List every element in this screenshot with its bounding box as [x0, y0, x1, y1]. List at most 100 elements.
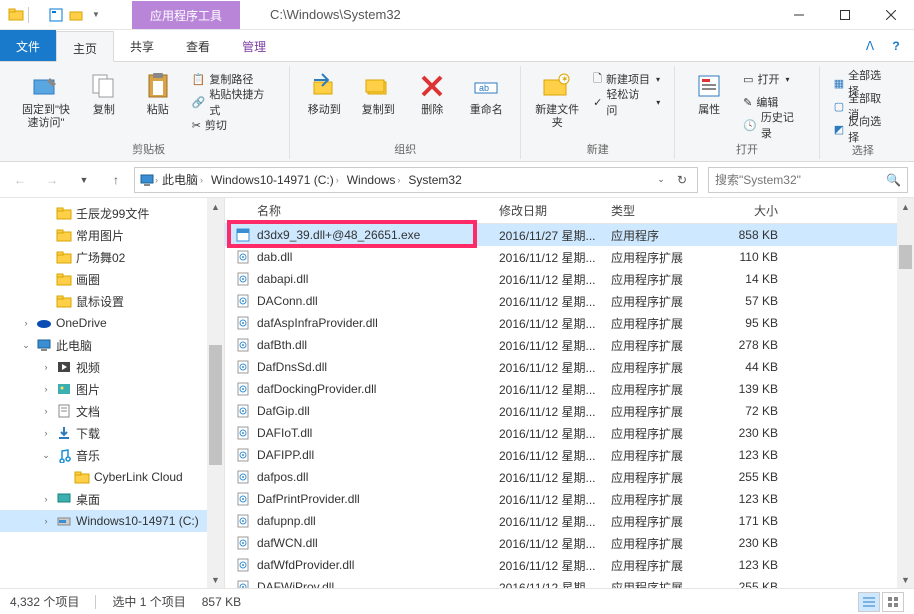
- view-icons-button[interactable]: [882, 592, 904, 612]
- sidebar-item[interactable]: ›OneDrive: [0, 312, 224, 334]
- view-details-button[interactable]: [858, 592, 880, 612]
- qat-properties-icon[interactable]: [48, 7, 64, 23]
- file-list[interactable]: 名称 修改日期 类型 大小 d3dx9_39.dll+@48_26651.exe…: [225, 198, 914, 588]
- col-size[interactable]: 大小: [716, 202, 800, 219]
- file-row[interactable]: dafWCN.dll2016/11/12 星期...应用程序扩展230 KB: [225, 532, 914, 554]
- nav-up-button[interactable]: ↑: [102, 166, 130, 194]
- tab-home[interactable]: 主页: [56, 31, 114, 62]
- search-box[interactable]: 🔍: [708, 167, 908, 193]
- folder-icon: [56, 205, 72, 221]
- file-row[interactable]: dafBth.dll2016/11/12 星期...应用程序扩展278 KB: [225, 334, 914, 356]
- ribbon-collapse-button[interactable]: ᐱ: [860, 36, 880, 56]
- close-button[interactable]: [868, 0, 914, 30]
- minimize-button[interactable]: [776, 0, 822, 30]
- tree-expander[interactable]: ⌄: [20, 340, 32, 351]
- addr-dropdown-button[interactable]: ⌄: [651, 166, 671, 194]
- file-row[interactable]: DAFIoT.dll2016/11/12 星期...应用程序扩展230 KB: [225, 422, 914, 444]
- history-button[interactable]: 🕓历史记录: [739, 114, 809, 136]
- file-row[interactable]: DafGip.dll2016/11/12 星期...应用程序扩展72 KB: [225, 400, 914, 422]
- sidebar-scrollbar[interactable]: ▲ ▼: [207, 198, 224, 588]
- file-row[interactable]: DafDnsSd.dll2016/11/12 星期...应用程序扩展44 KB: [225, 356, 914, 378]
- crumb-windows[interactable]: Windows›: [343, 173, 405, 187]
- rename-button[interactable]: ab 重命名: [462, 66, 510, 117]
- copy-to-button[interactable]: 复制到: [354, 66, 402, 117]
- address-bar[interactable]: › 此电脑› Windows10-14971 (C:)› Windows› Sy…: [134, 167, 698, 193]
- tree-expander[interactable]: ›: [40, 494, 52, 504]
- file-row[interactable]: d3dx9_39.dll+@48_26651.exe2016/11/27 星期.…: [225, 224, 914, 246]
- tree-expander[interactable]: ⌄: [40, 450, 52, 461]
- file-row[interactable]: dabapi.dll2016/11/12 星期...应用程序扩展14 KB: [225, 268, 914, 290]
- sidebar-item[interactable]: ›图片: [0, 378, 224, 400]
- tree-expander[interactable]: ›: [40, 362, 52, 372]
- nav-tree[interactable]: 壬辰龙99文件常用图片广场舞02画圈鼠标设置›OneDrive⌄此电脑›视频›图…: [0, 198, 225, 588]
- tab-view[interactable]: 查看: [170, 30, 226, 61]
- tree-expander[interactable]: ›: [40, 516, 52, 526]
- tree-expander[interactable]: ›: [40, 428, 52, 438]
- easy-access-button[interactable]: ✓轻松访问▾: [589, 91, 664, 113]
- maximize-button[interactable]: [822, 0, 868, 30]
- dll-file-icon: [235, 271, 251, 287]
- tree-item-label: 壬辰龙99文件: [76, 205, 149, 222]
- crumb-system32[interactable]: System32: [404, 173, 465, 187]
- file-row[interactable]: dab.dll2016/11/12 星期...应用程序扩展110 KB: [225, 246, 914, 268]
- sidebar-item[interactable]: CyberLink Cloud: [0, 466, 224, 488]
- copy-button[interactable]: 复制: [80, 66, 128, 117]
- delete-button[interactable]: 删除: [408, 66, 456, 117]
- sidebar-item[interactable]: 壬辰龙99文件: [0, 202, 224, 224]
- tree-expander[interactable]: ›: [40, 384, 52, 394]
- move-to-button[interactable]: 移动到: [300, 66, 348, 117]
- sidebar-item[interactable]: ⌄此电脑: [0, 334, 224, 356]
- refresh-button[interactable]: ↻: [671, 166, 693, 194]
- qat-newfolder-icon[interactable]: [68, 7, 84, 23]
- sidebar-item[interactable]: 鼠标设置: [0, 290, 224, 312]
- sidebar-item[interactable]: ⌄音乐: [0, 444, 224, 466]
- properties-button[interactable]: 属性: [685, 66, 733, 117]
- sidebar-item[interactable]: ›文档: [0, 400, 224, 422]
- invert-selection-button[interactable]: ◩反向选择: [830, 118, 896, 140]
- file-row[interactable]: DAFWiProv.dll2016/11/12 星期...应用程序扩展255 K…: [225, 576, 914, 588]
- open-button[interactable]: ▭打开▾: [739, 68, 809, 90]
- crumb-thispc[interactable]: 此电脑›: [158, 171, 207, 188]
- nav-forward-button[interactable]: →: [38, 166, 66, 194]
- sidebar-item[interactable]: 画圈: [0, 268, 224, 290]
- file-row[interactable]: dafWfdProvider.dll2016/11/12 星期...应用程序扩展…: [225, 554, 914, 576]
- file-row[interactable]: DAFIPP.dll2016/11/12 星期...应用程序扩展123 KB: [225, 444, 914, 466]
- sidebar-item[interactable]: ›Windows10-14971 (C:): [0, 510, 224, 532]
- tab-file[interactable]: 文件: [0, 30, 56, 61]
- file-row[interactable]: dafpos.dll2016/11/12 星期...应用程序扩展255 KB: [225, 466, 914, 488]
- tree-expander[interactable]: ›: [40, 406, 52, 416]
- help-button[interactable]: ?: [886, 36, 906, 56]
- sidebar-item[interactable]: 广场舞02: [0, 246, 224, 268]
- col-type[interactable]: 类型: [601, 202, 716, 219]
- sidebar-item[interactable]: ›视频: [0, 356, 224, 378]
- sidebar-item[interactable]: ›桌面: [0, 488, 224, 510]
- paste-button[interactable]: 粘贴: [134, 66, 182, 117]
- sidebar-item[interactable]: ›下载: [0, 422, 224, 444]
- file-type: 应用程序扩展: [601, 535, 716, 552]
- videos-icon: [56, 359, 72, 375]
- file-date: 2016/11/12 星期...: [489, 249, 601, 266]
- filelist-scrollbar[interactable]: ▲ ▼: [897, 198, 914, 588]
- file-row[interactable]: DafPrintProvider.dll2016/11/12 星期...应用程序…: [225, 488, 914, 510]
- nav-recent-dropdown[interactable]: ▼: [70, 166, 98, 194]
- new-folder-button[interactable]: ✶ 新建文件夹: [531, 66, 583, 130]
- file-row[interactable]: dafupnp.dll2016/11/12 星期...应用程序扩展171 KB: [225, 510, 914, 532]
- paste-shortcut-button[interactable]: 🔗粘贴快捷方式: [188, 91, 280, 113]
- tab-share[interactable]: 共享: [114, 30, 170, 61]
- file-row[interactable]: dafDockingProvider.dll2016/11/12 星期...应用…: [225, 378, 914, 400]
- select-group-label: 选择: [852, 140, 874, 160]
- col-date[interactable]: 修改日期: [489, 202, 601, 219]
- file-row[interactable]: dafAspInfraProvider.dll2016/11/12 星期...应…: [225, 312, 914, 334]
- search-input[interactable]: [715, 173, 886, 187]
- tree-expander[interactable]: ›: [20, 318, 32, 328]
- tab-manage[interactable]: 管理: [226, 30, 282, 61]
- pin-quickaccess-button[interactable]: 固定到"快速访问": [18, 66, 74, 130]
- file-type: 应用程序: [601, 227, 716, 244]
- qat-dropdown-icon[interactable]: ▼: [88, 7, 104, 23]
- file-row[interactable]: DAConn.dll2016/11/12 星期...应用程序扩展57 KB: [225, 290, 914, 312]
- nav-back-button[interactable]: ←: [6, 166, 34, 194]
- crumb-drive[interactable]: Windows10-14971 (C:)›: [207, 173, 343, 187]
- col-name[interactable]: 名称: [225, 202, 489, 219]
- cut-button[interactable]: ✂剪切: [188, 114, 280, 136]
- sidebar-item[interactable]: 常用图片: [0, 224, 224, 246]
